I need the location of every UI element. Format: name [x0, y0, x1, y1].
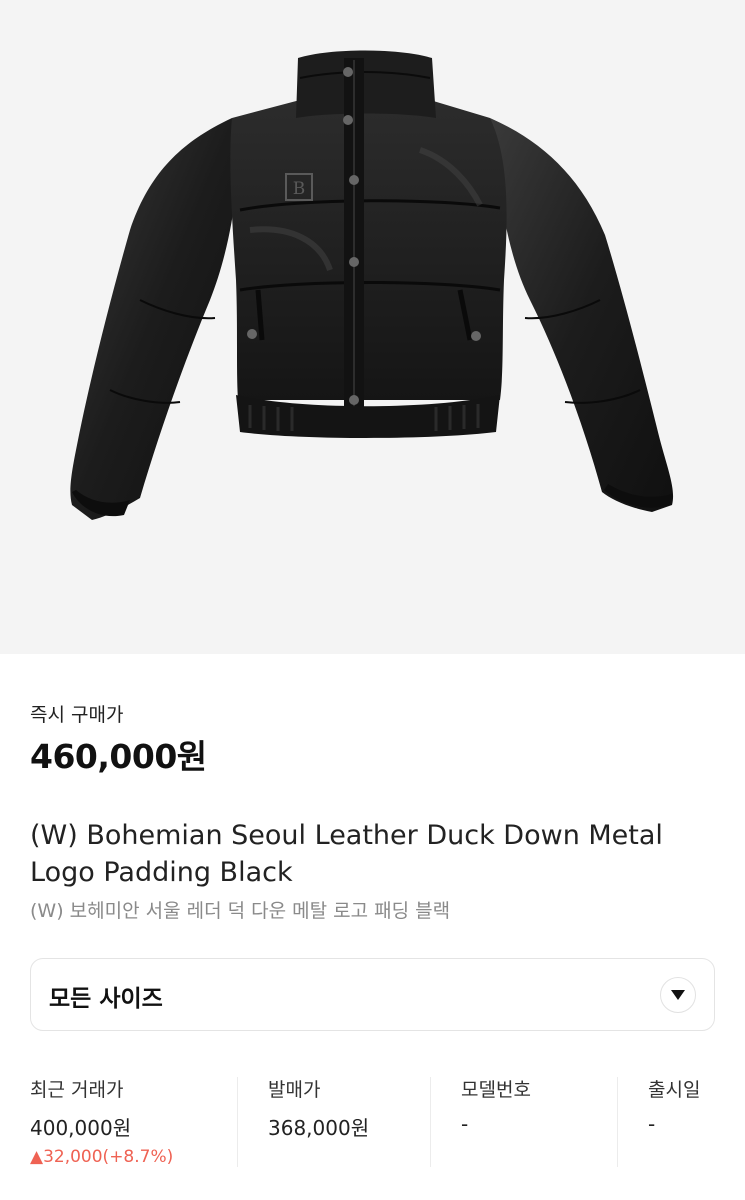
release-date-value: - — [648, 1112, 656, 1136]
stat-release-price: 발매가 368,000원 — [268, 1075, 369, 1167]
instant-price-label: 즉시 구매가 — [30, 704, 124, 726]
release-price-value: 368,000원 — [268, 1116, 370, 1140]
snap-button — [349, 395, 359, 405]
size-selector-label: 모든 사이즈 — [49, 986, 163, 1012]
snap-button — [349, 257, 359, 267]
product-title-ko: (W) 보헤미안 서울 레더 덕 다운 메탈 로고 패딩 블랙 — [30, 900, 451, 922]
release-price-label: 발매가 — [268, 1079, 321, 1101]
market-stats: 최근 거래가 400,000원 ▲32,000(+8.7%) 발매가 368,0… — [30, 1075, 715, 1167]
size-selector[interactable]: 모든 사이즈 — [30, 958, 715, 1031]
snap-button — [343, 67, 353, 77]
recent-trade-value: 400,000원 — [30, 1116, 132, 1140]
snap-button — [349, 175, 359, 185]
jacket-body — [230, 100, 507, 400]
caret-down-icon — [671, 990, 685, 1000]
model-number-label: 모델번호 — [461, 1079, 531, 1101]
size-dropdown-button[interactable] — [660, 977, 696, 1013]
stat-release-date: 출시일 - — [648, 1075, 700, 1167]
stat-divider — [237, 1077, 238, 1167]
hem-band — [236, 395, 500, 438]
stat-recent-trade: 최근 거래가 400,000원 ▲32,000(+8.7%) — [30, 1075, 173, 1167]
jacket-illustration: B — [70, 50, 674, 520]
release-date-label: 출시일 — [648, 1079, 701, 1101]
stat-model-number: 모델번호 - — [461, 1075, 531, 1167]
instant-price: 460,000원 — [30, 737, 207, 776]
model-number-value: - — [461, 1112, 469, 1136]
logo-letter: B — [293, 179, 306, 199]
recent-trade-change: ▲32,000(+8.7%) — [30, 1147, 174, 1167]
stat-divider — [617, 1077, 618, 1167]
recent-trade-label: 최근 거래가 — [30, 1079, 124, 1101]
snap-button — [343, 115, 353, 125]
jacket-collar — [296, 50, 436, 118]
right-sleeve — [490, 118, 674, 512]
product-image[interactable]: B — [0, 0, 745, 654]
stat-divider — [430, 1077, 431, 1167]
product-title-en: (W) Bohemian Seoul Leather Duck Down Met… — [30, 820, 663, 888]
